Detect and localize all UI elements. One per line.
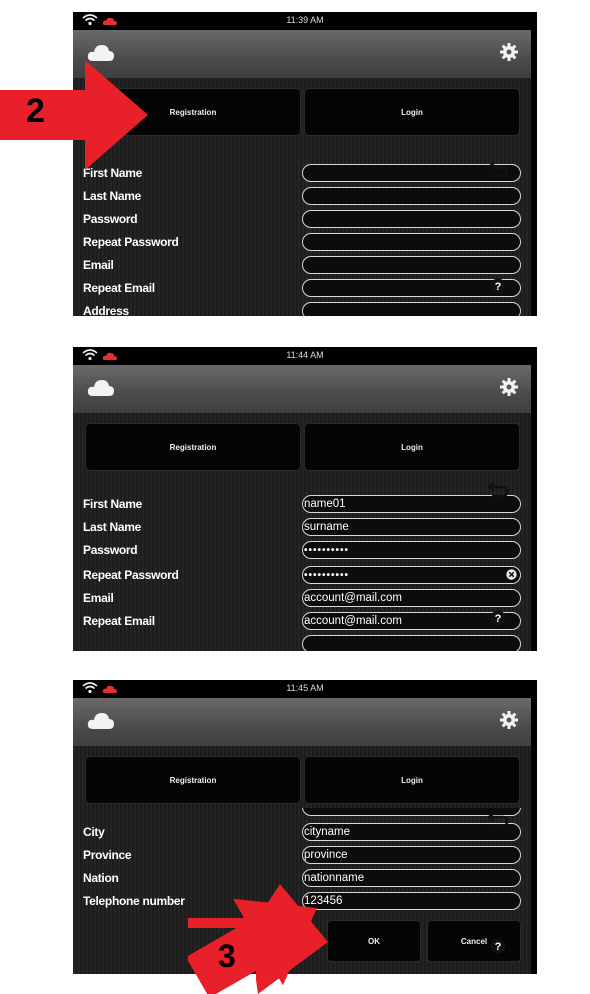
form-row: Last Name (83, 185, 523, 208)
clear-icon[interactable] (506, 569, 517, 580)
password-input[interactable] (302, 210, 521, 228)
field-label: City (83, 825, 105, 839)
header-bar (73, 698, 531, 746)
form-row: Repeat Password •••••••••• (83, 564, 523, 587)
help-button[interactable]: ? (468, 256, 528, 316)
field-label: Nation (83, 871, 119, 885)
password-mask: •••••••••• (304, 545, 350, 556)
field-label: Last Name (83, 189, 141, 203)
step-arrow-3 (188, 884, 328, 994)
ok-button[interactable]: OK (327, 920, 421, 962)
back-button[interactable] (468, 790, 528, 850)
field-label: First Name (83, 497, 143, 511)
header-bar (73, 365, 531, 413)
status-time: 11:44 AM (286, 350, 324, 360)
help-icon: ? (490, 610, 506, 626)
step-number-2: 2 (26, 92, 45, 130)
back-icon (487, 162, 509, 178)
back-icon (487, 812, 509, 828)
field-label: Province (83, 848, 132, 862)
gear-icon[interactable] (499, 377, 519, 397)
field-label: Last Name (83, 520, 141, 534)
form-row: Address (83, 300, 523, 316)
status-bar: 11:39 AM (73, 12, 537, 30)
form-row: Email (83, 254, 523, 277)
registration-form-panel: Registration Login First Name name01 Las… (73, 413, 531, 651)
field-label: Password (83, 212, 138, 226)
form-row: Password •••••••••• (83, 539, 523, 562)
field-label: Email (83, 258, 114, 272)
step-number-3: 3 (218, 938, 236, 974)
field-label: Telephone number (83, 894, 185, 908)
help-button[interactable]: ? (468, 588, 528, 648)
tab-registration[interactable]: Registration (85, 756, 301, 804)
form-row (83, 808, 523, 822)
form-row: Repeat Email (83, 277, 523, 300)
gear-icon[interactable] (499, 710, 519, 730)
form-row: First Name name01 (83, 493, 523, 516)
field-label: Repeat Email (83, 281, 155, 295)
tab-registration[interactable]: Registration (85, 423, 301, 471)
form-row: Email account@mail.com (83, 587, 523, 610)
status-time: 11:39 AM (286, 15, 324, 25)
svg-text:?: ? (495, 941, 502, 953)
password-input[interactable]: •••••••••• (302, 541, 521, 559)
back-button[interactable] (468, 460, 528, 520)
field-label: Repeat Password (83, 568, 179, 582)
form-row: Province province (83, 844, 523, 867)
help-button[interactable]: ? (468, 916, 528, 976)
form-row: Repeat Password (83, 231, 523, 254)
form-row: Last Name surname (83, 516, 523, 539)
step-arrow-2 (0, 60, 148, 170)
help-icon: ? (490, 938, 506, 954)
nation-input[interactable]: nationname (302, 869, 521, 887)
repeat-password-input[interactable]: •••••••••• (302, 566, 521, 584)
form-row: City cityname (83, 821, 523, 844)
field-label: Repeat Password (83, 235, 179, 249)
svg-text:?: ? (495, 281, 502, 293)
cloud-icon[interactable] (87, 377, 115, 399)
form-row: Repeat Email account@mail.com (83, 610, 523, 633)
status-bar: 11:44 AM (73, 347, 537, 365)
gear-icon[interactable] (499, 42, 519, 62)
field-label: Email (83, 591, 114, 605)
field-label: Address (83, 304, 129, 316)
field-label: Password (83, 543, 138, 557)
tab-login[interactable]: Login (304, 88, 520, 136)
password-mask: •••••••••• (304, 570, 350, 581)
svg-text:?: ? (495, 613, 502, 625)
back-button[interactable] (468, 140, 528, 200)
help-icon: ? (490, 278, 506, 294)
status-bar: 11:45 AM (73, 680, 537, 698)
form-row (83, 633, 523, 651)
form-row: Password (83, 208, 523, 231)
cloud-icon[interactable] (87, 710, 115, 732)
status-time: 11:45 AM (286, 683, 324, 693)
back-icon (487, 482, 509, 498)
field-label: Repeat Email (83, 614, 155, 628)
last-name-input[interactable]: surname (302, 518, 521, 536)
repeat-password-input[interactable] (302, 233, 521, 251)
telephone-input[interactable]: 123456 (302, 892, 521, 910)
